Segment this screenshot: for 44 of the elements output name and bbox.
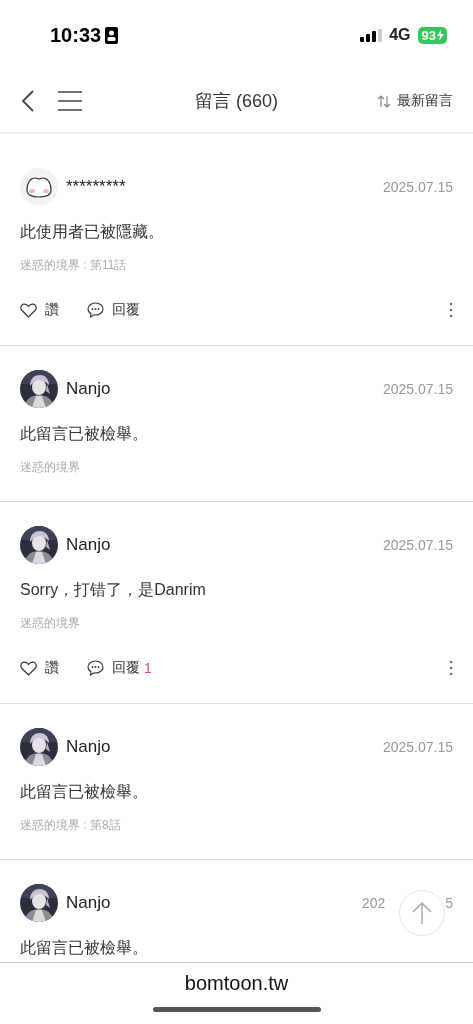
episode-label: 迷惑的境界 : 第11話	[20, 257, 128, 274]
back-button[interactable]	[20, 89, 36, 113]
comment-date: 202	[361, 895, 386, 911]
comment-date: 2025.07.15	[382, 739, 453, 755]
battery-indicator: 93	[417, 26, 447, 44]
comment-text: 此留言已被檢舉。	[20, 782, 149, 802]
reply-button[interactable]: 回覆	[87, 301, 140, 319]
bolt-icon	[437, 29, 444, 41]
like-button[interactable]: 讚	[20, 659, 59, 677]
user-name: Nanjo	[66, 379, 111, 399]
comment-date: 2025.07.15	[382, 537, 453, 553]
more-button[interactable]	[449, 302, 453, 318]
comment-date: 2025.07.15	[382, 381, 453, 397]
user-name: *********	[66, 177, 126, 197]
episode-label: 迷惑的境界	[20, 615, 81, 632]
more-button[interactable]	[449, 660, 453, 676]
up-arrow-icon	[412, 901, 432, 925]
reply-button[interactable]: 回覆 1	[87, 659, 152, 677]
comment-date: 5	[445, 895, 453, 911]
comment-text: 此使用者已被隱藏。	[20, 222, 165, 242]
comment-text: Sorry，打错了，是Danrim	[20, 580, 207, 600]
avatar-icon	[20, 168, 58, 206]
comment-date: 2025.07.15	[382, 179, 453, 195]
heart-icon	[20, 302, 37, 318]
episode-label: 迷惑的境界	[20, 459, 81, 476]
speech-bubble-icon	[87, 660, 104, 676]
like-button[interactable]: 讚	[20, 301, 59, 319]
heart-icon	[20, 660, 37, 676]
sort-button[interactable]: 最新留言	[377, 92, 453, 110]
clock-time: 10:33	[50, 23, 102, 47]
episode-label: 迷惑的境界 : 第8話	[20, 817, 122, 834]
page-title: 留言 (660)	[195, 91, 278, 111]
signal-icon	[360, 28, 383, 42]
user-name: Nanjo	[66, 893, 111, 913]
user-name: Nanjo	[66, 737, 111, 757]
network-label: 4G	[389, 26, 411, 44]
url-label[interactable]: bomtoon.tw	[184, 972, 289, 995]
sort-icon	[377, 94, 391, 108]
user-name: Nanjo	[66, 535, 111, 555]
menu-button[interactable]	[58, 91, 82, 111]
speech-bubble-icon	[87, 302, 104, 318]
person-badge-icon	[105, 26, 119, 44]
comment-text: 此留言已被檢舉。	[20, 938, 149, 958]
comment-text: 此留言已被檢舉。	[20, 424, 149, 444]
